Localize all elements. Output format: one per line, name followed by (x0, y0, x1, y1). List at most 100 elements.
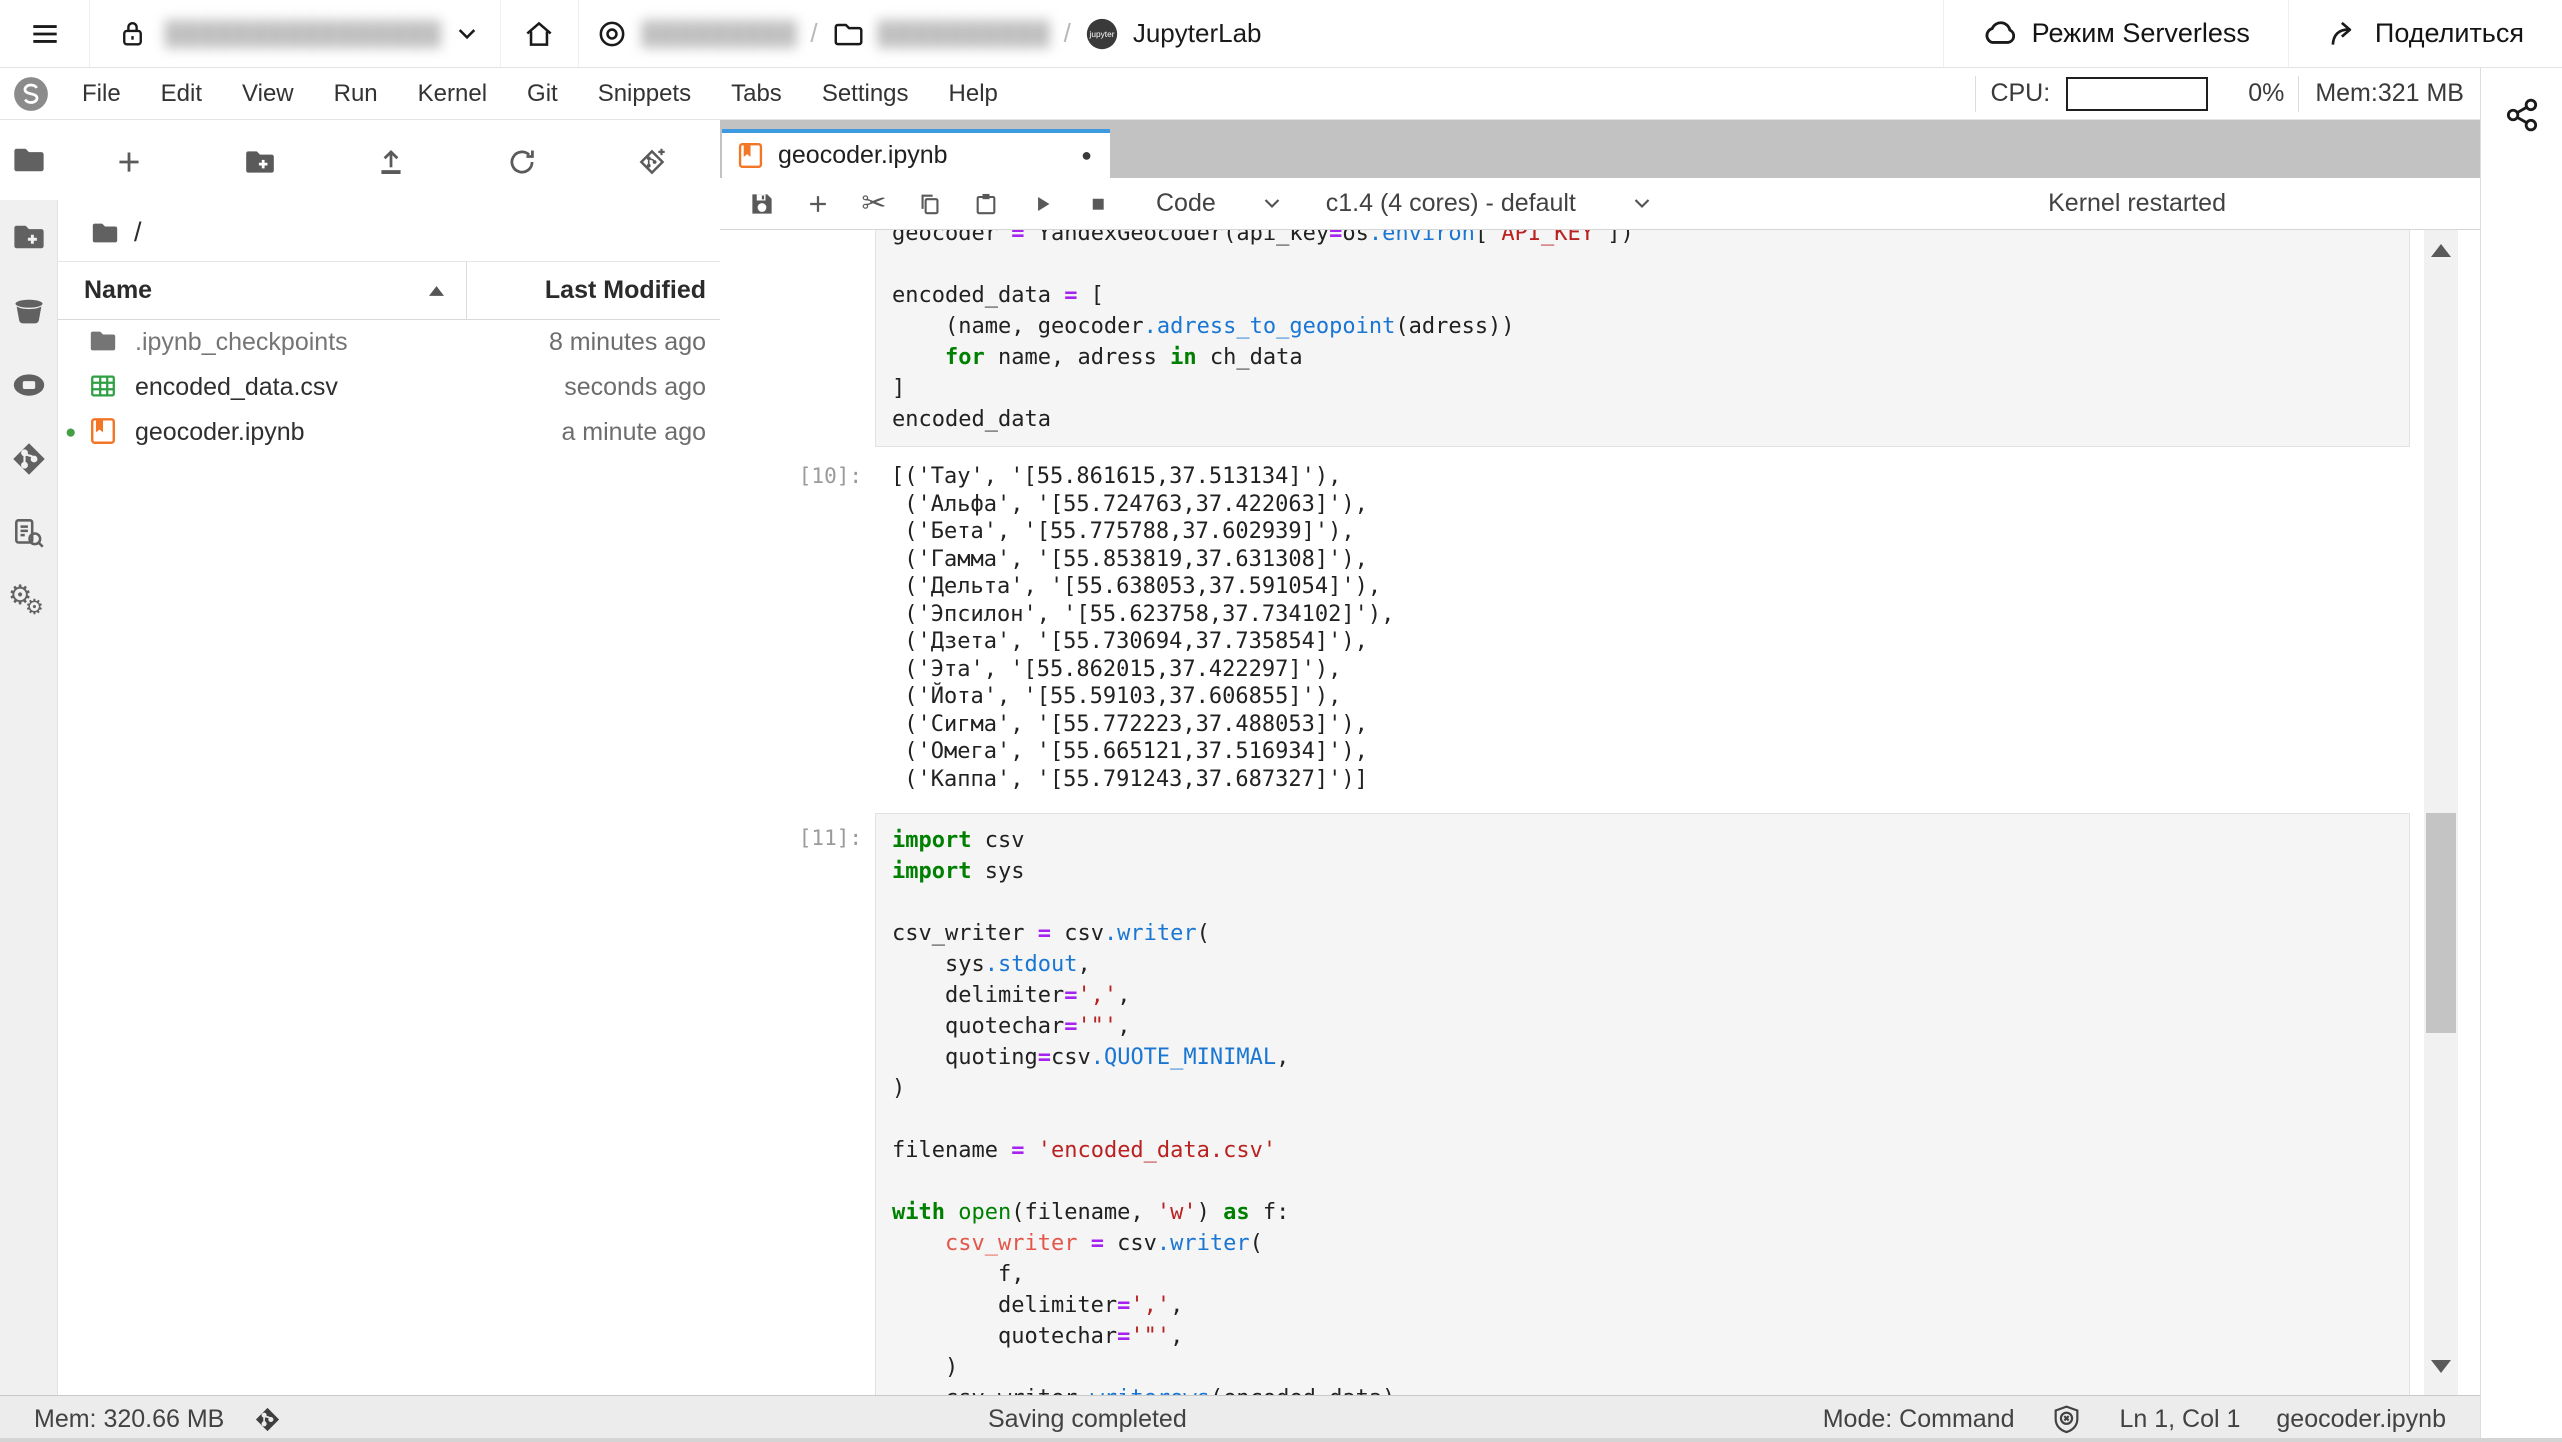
run-icon (1038, 196, 1050, 211)
folder-name-redacted[interactable]: ██████████ (878, 20, 1051, 47)
tab-title: geocoder.ipynb (778, 141, 948, 169)
file-row[interactable]: encoded_data.csv seconds ago (58, 365, 720, 410)
cpu-label: CPU: (1990, 79, 2051, 107)
git-clone-button[interactable] (636, 145, 670, 179)
file-name: encoded_data.csv (135, 373, 338, 401)
file-row[interactable]: .ipynb_checkpoints 8 minutes ago (58, 320, 720, 365)
window-bottom-edge (0, 1438, 2562, 1442)
refresh-button[interactable] (505, 145, 539, 179)
code-editor[interactable]: geocoder = YandexGeocoder(api_key=os.env… (875, 230, 2410, 447)
new-launcher-button[interactable] (112, 145, 146, 179)
datasphere-logo (14, 76, 48, 111)
resource-indicators: CPU: 0% Mem:321 MB (1975, 68, 2480, 119)
breadcrumb-separator: / (810, 18, 818, 48)
file-name: geocoder.ipynb (135, 418, 305, 446)
serverless-mode-button[interactable]: Режим Serverless (1942, 0, 2288, 67)
menu-help[interactable]: Help (929, 69, 1018, 119)
serverless-mode-label: Режим Serverless (2031, 18, 2250, 48)
scroll-up-button[interactable] (2431, 244, 2451, 257)
folder-icon (14, 148, 44, 172)
upload-icon (381, 149, 401, 175)
mode-indicator[interactable]: Mode: Command (1823, 1405, 2015, 1434)
upload-button[interactable] (374, 145, 408, 179)
code-cell: [11]: import csv import sys csv_writer = c… (720, 813, 2480, 1395)
workspace-selector[interactable]: ████████████████ (90, 0, 501, 67)
cell-type-dropdown[interactable]: Code (1156, 189, 1280, 218)
chevron-down-icon (458, 28, 475, 39)
refresh-icon (510, 150, 534, 174)
menu-tabs[interactable]: Tabs (711, 69, 802, 119)
file-browser-toolbar (58, 120, 720, 204)
cursor-position[interactable]: Ln 1, Col 1 (2119, 1405, 2240, 1434)
file-row[interactable]: ● geocoder.ipynb a minute ago (58, 410, 720, 455)
output-text: [('Тау', '[55.861615,37.513134]'), ('Аль… (891, 464, 1395, 792)
interrupt-kernel-button[interactable] (1082, 188, 1114, 220)
menu-edit[interactable]: Edit (141, 69, 222, 119)
home-icon (526, 21, 552, 46)
name-header-label: Name (84, 276, 153, 304)
paste-cells-button[interactable] (970, 188, 1002, 220)
hamburger-menu-button[interactable] (0, 0, 90, 67)
sidebar-tab-running-sessions[interactable] (0, 348, 58, 422)
sidebar-tab-git[interactable] (0, 422, 58, 496)
git-plus-icon (639, 148, 665, 175)
chevron-down-icon (1634, 199, 1650, 209)
git-status-icon[interactable] (254, 1406, 281, 1433)
scrollbar-thumb[interactable] (2426, 813, 2456, 1033)
cell-prompt: [10]: (798, 464, 862, 488)
file-list-header: Name Last Modified (58, 262, 720, 320)
sidebar-tab-files[interactable] (0, 120, 58, 200)
notebook-tab[interactable]: geocoder.ipynb ● (722, 129, 1110, 178)
plus-icon (119, 152, 139, 172)
file-list: .ipynb_checkpoints 8 minutes ago encoded_d… (58, 320, 720, 455)
new-folder-button[interactable] (243, 145, 277, 179)
notebook-icon (88, 416, 121, 449)
copy-cells-button[interactable] (914, 188, 946, 220)
menu-snippets[interactable]: Snippets (578, 69, 711, 119)
kernel-selector-dropdown[interactable]: c1.4 (4 cores) - default (1326, 189, 1650, 218)
current-path: / (134, 217, 142, 247)
dock-panel: geocoder.ipynb ● ✂ Code c1.4 (4 cores) -… (720, 120, 2480, 1395)
chevron-down-icon (1264, 199, 1280, 209)
share-nodes-icon[interactable] (2503, 96, 2541, 134)
file-browser-breadcrumb[interactable]: / (58, 204, 720, 262)
home-button[interactable] (501, 0, 579, 67)
name-column-header[interactable]: Name (58, 262, 467, 319)
menubar-items: File Edit View Run Kernel Git Snippets Tabs Sett… (62, 69, 1018, 119)
organization-icon[interactable] (595, 17, 629, 51)
topbar-actions: Режим Serverless Поделиться (1942, 0, 2562, 67)
sidebar-tab-resource-inspector[interactable] (0, 496, 58, 570)
notebook-scrollbar[interactable] (2424, 230, 2458, 1395)
sidebar-tab-new-folder[interactable] (0, 200, 58, 274)
code-editor[interactable]: import csv import sys csv_writer = csv.wr… (875, 813, 2410, 1395)
project-name-redacted[interactable]: █████████ (642, 20, 798, 47)
trust-shield-icon[interactable] (2050, 1403, 2083, 1436)
notebook-toolbar: ✂ Code c1.4 (4 cores) - default Kernel r… (720, 178, 2480, 230)
file-modified: a minute ago (561, 418, 706, 446)
output-cell: [10]: [('Тау', '[55.861615,37.513134]'), … (720, 461, 2480, 793)
folder-plus-icon (14, 225, 44, 249)
menu-run[interactable]: Run (314, 69, 398, 119)
run-cell-button[interactable] (1026, 188, 1058, 220)
sidebar-tab-settings[interactable]: ⚙ ⚙ (0, 570, 58, 644)
sidebar-tab-trash[interactable] (0, 274, 58, 348)
jupyterlab-logo: jupyter (1086, 18, 1118, 49)
right-sidebar (2480, 68, 2562, 1442)
cell-type-value: Code (1156, 189, 1216, 217)
cut-cells-button[interactable]: ✂ (858, 188, 890, 220)
modified-column-header[interactable]: Last Modified (467, 262, 720, 319)
menu-view[interactable]: View (222, 69, 314, 119)
menu-git[interactable]: Git (507, 69, 578, 119)
cell-prompt: [11]: (798, 826, 862, 850)
menu-kernel[interactable]: Kernel (398, 69, 507, 119)
copy-icon (921, 194, 939, 214)
share-arrow-icon (2331, 21, 2352, 45)
menu-settings[interactable]: Settings (802, 69, 929, 119)
share-button[interactable]: Поделиться (2287, 0, 2562, 67)
scroll-down-button[interactable] (2431, 1360, 2451, 1373)
insert-cell-button[interactable] (802, 188, 834, 220)
lock-icon (123, 22, 142, 46)
save-button[interactable] (746, 188, 778, 220)
workspace-name-redacted: ████████████████ (165, 20, 442, 46)
menu-file[interactable]: File (62, 69, 141, 119)
